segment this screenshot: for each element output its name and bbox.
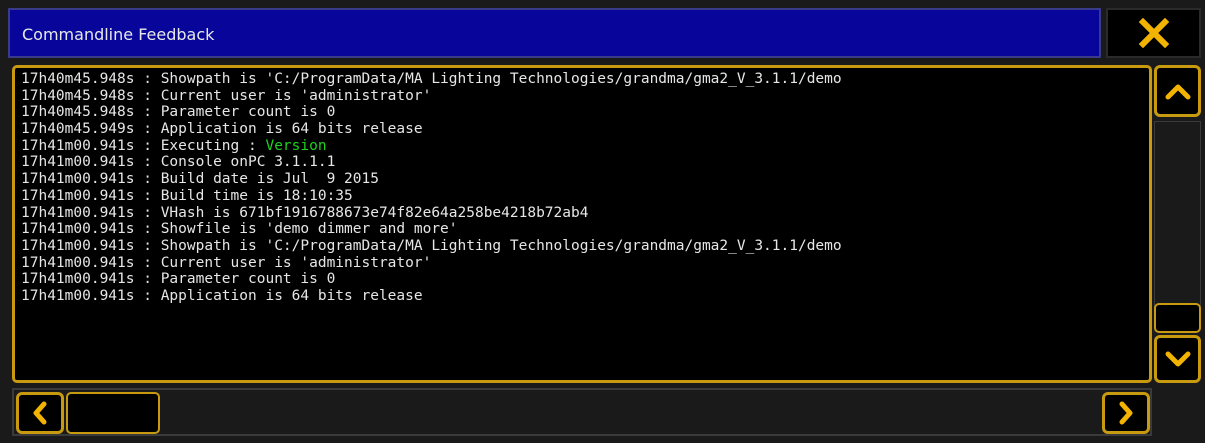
scroll-left-button[interactable] — [16, 392, 64, 434]
scroll-right-button[interactable] — [1102, 392, 1150, 434]
window-title: Commandline Feedback — [22, 25, 215, 44]
log-line: 17h40m45.949s : Application is 64 bits r… — [21, 121, 423, 138]
chevron-up-icon — [1165, 84, 1190, 100]
log-timestamp: 17h40m45.948s — [21, 87, 135, 104]
log-timestamp: 17h41m00.941s — [21, 221, 135, 238]
scroll-up-button[interactable] — [1154, 65, 1201, 117]
log-timestamp: 17h41m00.941s — [21, 254, 135, 271]
log-timestamp: 17h41m00.941s — [21, 271, 135, 288]
vertical-scrollbar[interactable] — [1154, 65, 1205, 383]
log-message: Executing : — [160, 137, 266, 154]
feedback-output: 17h40m45.948s : Showpath is 'C:/ProgramD… — [12, 65, 1152, 383]
commandline-feedback-window: Commandline Feedback 17h40m45.948s : Sho… — [0, 0, 1205, 443]
close-icon — [1138, 18, 1169, 48]
log-message: Showpath is 'C:/ProgramData/MA Lighting … — [160, 237, 842, 254]
log-line: 17h41m00.941s : Build time is 18:10:35 — [21, 187, 353, 204]
log-line: 17h41m00.941s : Showpath is 'C:/ProgramD… — [21, 237, 842, 254]
horizontal-scroll-thumb[interactable] — [66, 392, 160, 434]
log-message: Current user is 'administrator' — [160, 87, 432, 104]
horizontal-scrollbar[interactable] — [12, 388, 1152, 436]
chevron-right-icon — [1119, 401, 1133, 425]
log-line: 17h41m00.941s : Current user is 'adminis… — [21, 254, 432, 271]
log-message: Application is 64 bits release — [160, 121, 423, 138]
title-bar: Commandline Feedback — [8, 8, 1101, 58]
log-timestamp: 17h41m00.941s — [21, 187, 135, 204]
log-timestamp: 17h40m45.948s — [21, 104, 135, 121]
log-message: Parameter count is 0 — [160, 104, 336, 121]
log-timestamp: 17h41m00.941s — [21, 171, 135, 188]
log-timestamp: 17h41m00.941s — [21, 204, 135, 221]
log-timestamp: 17h40m45.949s — [21, 121, 135, 138]
log-timestamp: 17h41m00.941s — [21, 154, 135, 171]
close-button[interactable] — [1106, 8, 1201, 58]
log-line: 17h40m45.948s : Showpath is 'C:/ProgramD… — [21, 71, 842, 87]
log-line: 17h41m00.941s : Parameter count is 0 — [21, 271, 336, 288]
log-timestamp: 17h41m00.941s — [21, 287, 135, 304]
scroll-thumb[interactable] — [1154, 303, 1201, 333]
log-line: 17h41m00.941s : Application is 64 bits r… — [21, 287, 423, 304]
log-message: Showfile is 'demo dimmer and more' — [160, 221, 458, 238]
log-line: 17h40m45.948s : Current user is 'adminis… — [21, 87, 432, 104]
log-message: Console onPC 3.1.1.1 — [160, 154, 336, 171]
log-timestamp: 17h41m00.941s — [21, 137, 135, 154]
log-line: 17h40m45.948s : Parameter count is 0 — [21, 104, 336, 121]
log-message: Parameter count is 0 — [160, 271, 336, 288]
log-line: 17h41m00.941s : Build date is Jul 9 2015 — [21, 171, 379, 188]
log-line: 17h41m00.941s : Executing : Version — [21, 137, 327, 154]
log-message: Build date is Jul 9 2015 — [160, 171, 379, 188]
log-message: Current user is 'administrator' — [160, 254, 432, 271]
log-line: 17h41m00.941s : VHash is 671bf1916788673… — [21, 204, 589, 221]
scroll-track[interactable] — [1154, 121, 1201, 325]
log-message: Showpath is 'C:/ProgramData/MA Lighting … — [160, 71, 842, 87]
scroll-down-button[interactable] — [1154, 335, 1201, 383]
log-message: Build time is 18:10:35 — [160, 187, 353, 204]
log-timestamp: 17h40m45.948s — [21, 71, 135, 87]
log-line: 17h41m00.941s : Console onPC 3.1.1.1 — [21, 154, 336, 171]
log-message: VHash is 671bf1916788673e74f82e64a258be4… — [160, 204, 589, 221]
log-line: 17h41m00.941s : Showfile is 'demo dimmer… — [21, 221, 458, 238]
log-highlight: Version — [265, 137, 327, 154]
log-message: Application is 64 bits release — [160, 287, 423, 304]
chevron-left-icon — [33, 401, 47, 425]
log-timestamp: 17h41m00.941s — [21, 237, 135, 254]
chevron-down-icon — [1165, 351, 1190, 367]
